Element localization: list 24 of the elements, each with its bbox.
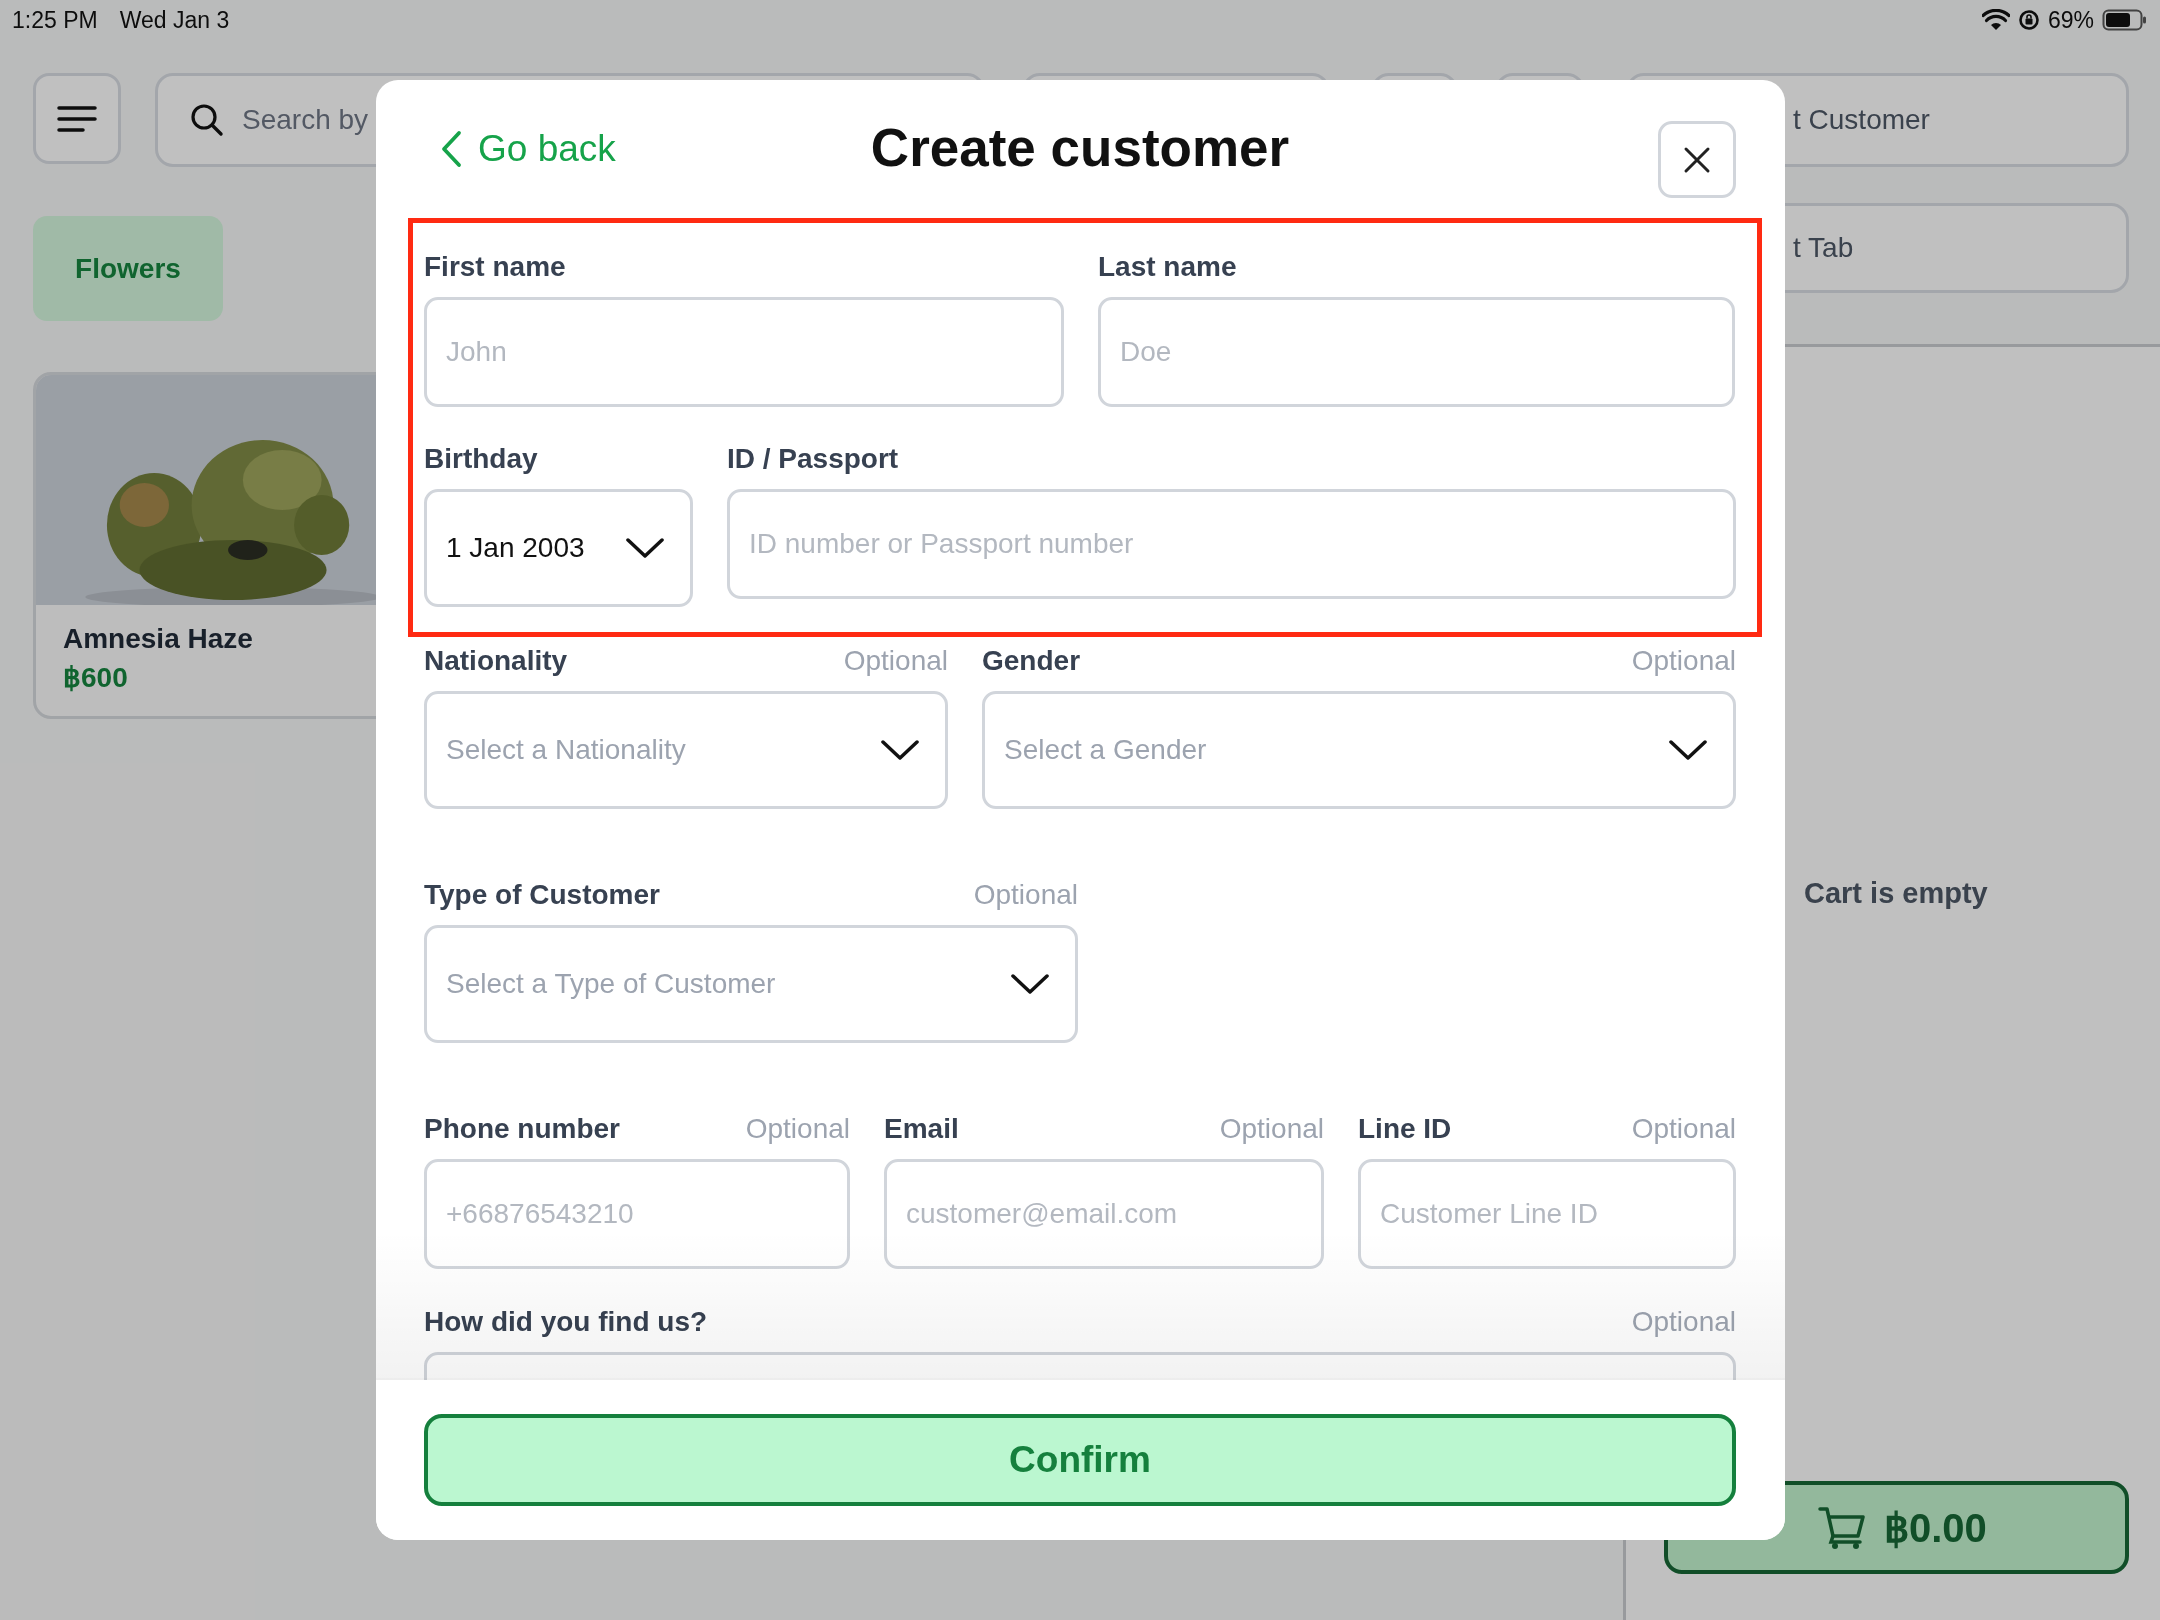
- cart-empty-message: Cart is empty: [1804, 877, 1988, 910]
- field-label: Phone number: [424, 1113, 620, 1145]
- field-label: Gender: [982, 645, 1081, 677]
- status-time: 1:25 PM: [12, 6, 98, 34]
- field-label: Line ID: [1358, 1113, 1452, 1145]
- dialog-title: Create customer: [870, 118, 1290, 177]
- field-label: Email: [884, 1113, 959, 1145]
- field-label: ID / Passport: [727, 443, 899, 475]
- field-label: First name: [424, 251, 566, 283]
- optional-label: Optional: [1219, 1113, 1324, 1145]
- optional-label: Optional: [973, 879, 1078, 911]
- field-label: How did you find us?: [424, 1306, 708, 1338]
- battery-percent: 69%: [2047, 6, 2094, 34]
- search-placeholder: Search by: [242, 104, 369, 136]
- optional-label: Optional: [1631, 1306, 1736, 1338]
- field-label: Last name: [1098, 251, 1237, 283]
- status-date: Wed Jan 3: [119, 6, 230, 34]
- product-name: Amnesia Haze: [62, 622, 254, 655]
- field-label: Type of Customer: [424, 879, 660, 911]
- optional-label: Optional: [745, 1113, 850, 1145]
- optional-label: Optional: [1631, 645, 1736, 677]
- optional-label: Optional: [1631, 1113, 1736, 1145]
- optional-label: Optional: [843, 645, 948, 677]
- product-price: ฿600: [62, 661, 129, 694]
